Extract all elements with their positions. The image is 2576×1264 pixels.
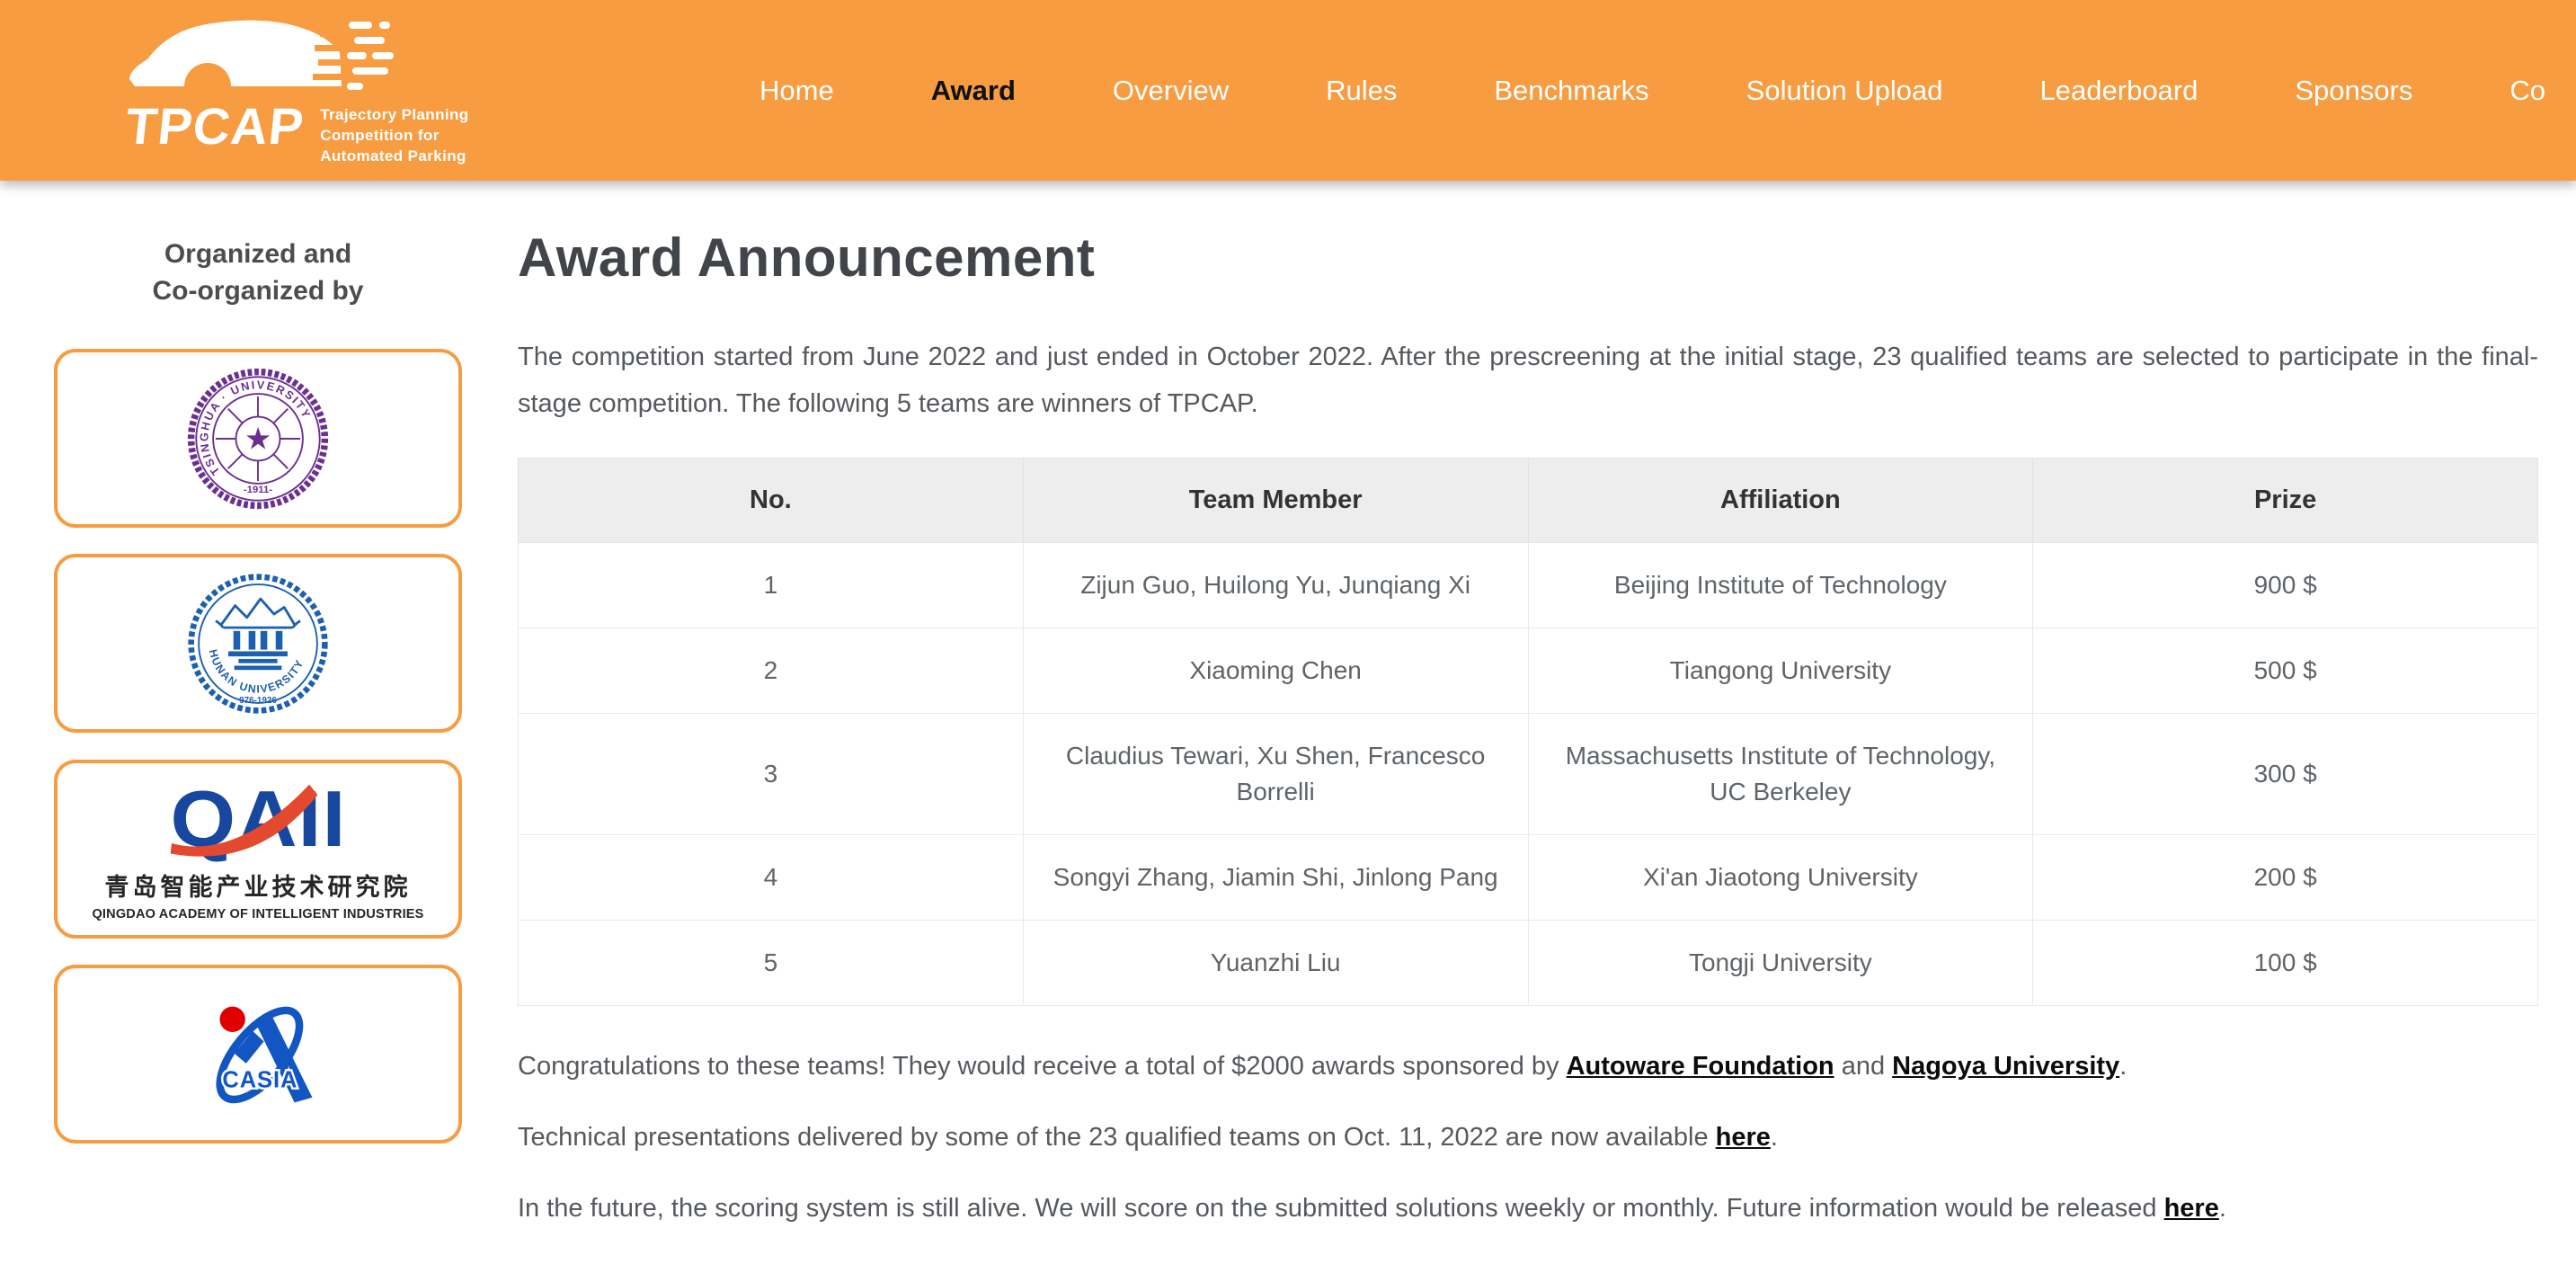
table-header-row: No.Team MemberAffiliationPrize bbox=[519, 458, 2538, 543]
svg-text:★: ★ bbox=[244, 422, 271, 456]
award-table: No.Team MemberAffiliationPrize 1Zijun Gu… bbox=[518, 458, 2538, 1006]
table-cell: 3 bbox=[519, 714, 1024, 835]
sidebar-logo-casia[interactable]: CASIA bbox=[54, 965, 462, 1144]
table-cell: Songyi Zhang, Jiamin Shi, Jinlong Pang bbox=[1023, 835, 1528, 921]
brand-tagline: Trajectory Planning Competition for Auto… bbox=[320, 104, 468, 166]
paragraph: Congratulations to these teams! They wou… bbox=[518, 1048, 2538, 1084]
nav-item-benchmarks[interactable]: Benchmarks bbox=[1494, 75, 1648, 107]
table-cell: Beijing Institute of Technology bbox=[1528, 543, 2033, 628]
table-cell: Tongji University bbox=[1528, 921, 2033, 1006]
table-row: 1Zijun Guo, Huilong Yu, Junqiang XiBeiji… bbox=[519, 543, 2538, 628]
sidebar-logo-hunan[interactable]: HUNAN UNIVERSITY 976-1926 bbox=[54, 554, 462, 733]
nav-item-home[interactable]: Home bbox=[759, 75, 834, 107]
table-row: 4Songyi Zhang, Jiamin Shi, Jinlong PangX… bbox=[519, 835, 2538, 921]
brand-wordmark: TPCAP bbox=[123, 101, 306, 153]
table-cell: 200 $ bbox=[2033, 835, 2538, 921]
table-row: 5Yuanzhi LiuTongji University100 $ bbox=[519, 921, 2538, 1006]
qaii-chinese-name: 青岛智能产业技术研究院 bbox=[78, 868, 438, 903]
paragraph: Technical presentations delivered by som… bbox=[518, 1119, 2538, 1155]
page-title: Award Announcement bbox=[518, 227, 2538, 289]
qaii-english-name: QINGDAO ACADEMY OF INTELLIGENT INDUSTRIE… bbox=[78, 907, 438, 921]
future-here-link[interactable]: here bbox=[2164, 1194, 2219, 1223]
table-header-cell: Team Member bbox=[1023, 458, 1528, 543]
nav-item-sponsors[interactable]: Sponsors bbox=[2295, 75, 2412, 107]
sidebar-logo-qaii[interactable]: QAII 青岛智能产业技术研究院 QINGDAO ACADEMY OF INTE… bbox=[54, 760, 462, 939]
table-body: 1Zijun Guo, Huilong Yu, Junqiang XiBeiji… bbox=[519, 543, 2538, 1006]
main-nav: Home Award Overview Rules Benchmarks Solution… bbox=[759, 0, 2545, 181]
tpcap-logo[interactable]: TPCAP Trajectory Planning Competition fo… bbox=[126, 9, 557, 175]
svg-text:-1911-: -1911- bbox=[244, 485, 272, 495]
qaii-logo: QAII 青岛智能产业技术研究院 QINGDAO ACADEMY OF INTE… bbox=[78, 778, 438, 921]
table-cell: Xi'an Jiaotong University bbox=[1528, 835, 2033, 921]
svg-text:976-1926: 976-1926 bbox=[239, 695, 277, 705]
car-logo-icon bbox=[128, 13, 397, 99]
table-cell: Claudius Tewari, Xu Shen, Francesco Borr… bbox=[1023, 714, 1528, 835]
nav-item-solution-upload[interactable]: Solution Upload bbox=[1746, 75, 1943, 107]
table-cell: 5 bbox=[519, 921, 1024, 1006]
post-table-paragraphs: Congratulations to these teams! They wou… bbox=[518, 1048, 2538, 1226]
table-row: 2Xiaoming ChenTiangong University500 $ bbox=[519, 628, 2538, 714]
intro-paragraph: The competition started from June 2022 a… bbox=[518, 334, 2538, 427]
table-cell: 2 bbox=[519, 628, 1024, 714]
table-cell: Xiaoming Chen bbox=[1023, 628, 1528, 714]
svg-text:CASIA: CASIA bbox=[222, 1067, 298, 1092]
sidebar-title: Organized and Co-organized by bbox=[54, 236, 462, 309]
table-cell: Tiangong University bbox=[1528, 628, 2033, 714]
table-cell: Yuanzhi Liu bbox=[1023, 921, 1528, 1006]
nav-item-leaderboard[interactable]: Leaderboard bbox=[2040, 75, 2198, 107]
tsinghua-university-seal-icon: TSINGHUA · UNIVERSITY -1911- ★ bbox=[186, 367, 330, 511]
table-header-cell: No. bbox=[519, 458, 1024, 543]
paragraph: In the future, the scoring system is sti… bbox=[518, 1190, 2538, 1226]
table-cell: 1 bbox=[519, 543, 1024, 628]
sidebar-logo-tsinghua[interactable]: TSINGHUA · UNIVERSITY -1911- ★ bbox=[54, 349, 462, 528]
table-cell: Zijun Guo, Huilong Yu, Junqiang Xi bbox=[1023, 543, 1528, 628]
autoware-foundation-link[interactable]: Autoware Foundation bbox=[1567, 1052, 1834, 1081]
table-header-cell: Affiliation bbox=[1528, 458, 2033, 543]
nav-item-award[interactable]: Award bbox=[931, 75, 1016, 107]
site-header: TPCAP Trajectory Planning Competition fo… bbox=[0, 0, 2576, 181]
table-header-cell: Prize bbox=[2033, 458, 2538, 543]
casia-logo-icon: CASIA bbox=[182, 987, 334, 1122]
table-cell: 300 $ bbox=[2033, 714, 2538, 835]
presentations-here-link[interactable]: here bbox=[1716, 1123, 1771, 1152]
nav-item-overview[interactable]: Overview bbox=[1113, 75, 1229, 107]
qaii-swoosh-icon bbox=[168, 778, 348, 864]
table-cell: 900 $ bbox=[2033, 543, 2538, 628]
table-cell: 4 bbox=[519, 835, 1024, 921]
main-content: Award Announcement The competition start… bbox=[518, 227, 2538, 1226]
table-cell: 100 $ bbox=[2033, 921, 2538, 1006]
nav-item-contact[interactable]: Co bbox=[2509, 75, 2545, 107]
table-row: 3Claudius Tewari, Xu Shen, Francesco Bor… bbox=[519, 714, 2538, 835]
hunan-university-seal-icon: HUNAN UNIVERSITY 976-1926 bbox=[186, 572, 330, 716]
nav-item-rules[interactable]: Rules bbox=[1326, 75, 1397, 107]
table-cell: 500 $ bbox=[2033, 628, 2538, 714]
nagoya-university-link[interactable]: Nagoya University bbox=[1892, 1052, 2119, 1081]
table-cell: Massachusetts Institute of Technology, U… bbox=[1528, 714, 2033, 835]
